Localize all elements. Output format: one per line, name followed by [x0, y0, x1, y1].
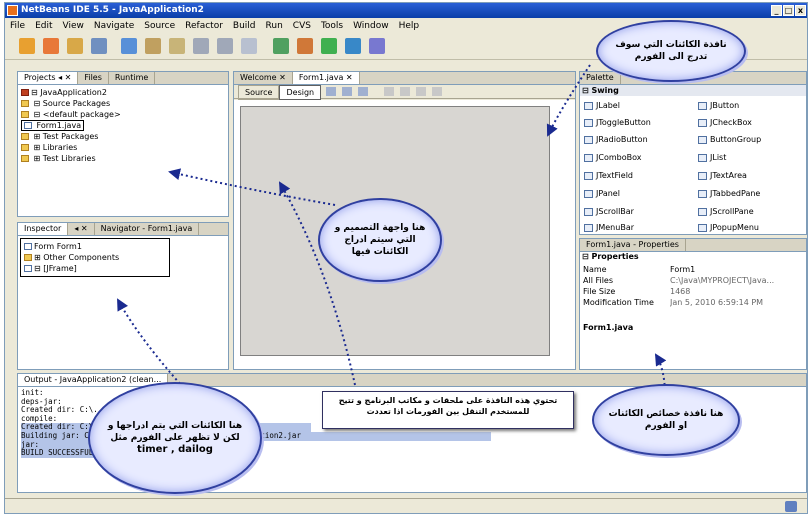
arrow-inspector [117, 298, 191, 396]
properties-annotation-cloud: هنا نافذة خصائص الكائنات او الفورم [592, 384, 740, 456]
arrow-design [168, 168, 336, 206]
design-annotation-cloud: هنا واجهة التصميم و التي سيتم ادراج الكا… [318, 198, 442, 282]
palette-annotation-cloud: نافذة الكائنات التي سوف تدرج الى الفورم [596, 20, 746, 82]
inspector-annotation-cloud: هنا الكائنات التي يتم ادراجها و لكن لا ت… [88, 382, 262, 494]
projects-annotation-callout: تحتوي هذه النافذة على ملحقات و مكاتب الب… [322, 391, 574, 429]
arrow-palette [546, 64, 591, 137]
